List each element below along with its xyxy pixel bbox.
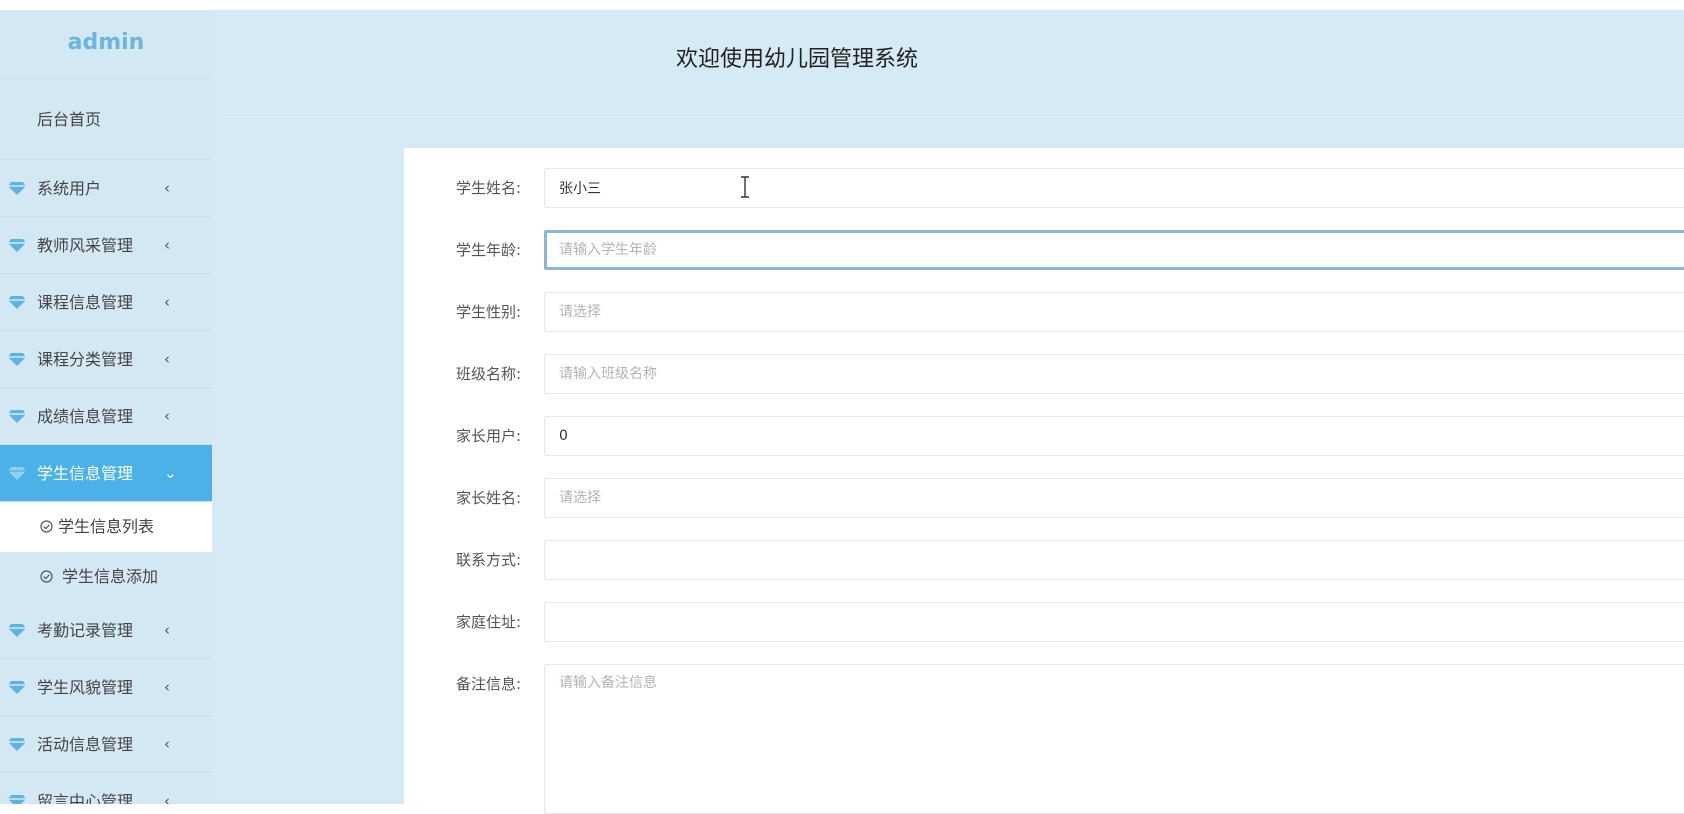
gem-icon (8, 467, 26, 480)
contact-input[interactable] (544, 540, 1684, 580)
form-row-student-gender: 学生性别: 请选择 (404, 292, 1684, 332)
sidebar-item-label: 留言中心管理 (37, 792, 134, 804)
chevron-left-icon: ‹ (164, 407, 170, 425)
sidebar-item-grades[interactable]: 成绩信息管理 ‹ (0, 388, 212, 445)
form-row-parent-name: 家长姓名: 请选择 (404, 478, 1684, 518)
chevron-down-icon: ⌄ (164, 464, 177, 482)
sidebar-item-label: 成绩信息管理 (37, 407, 134, 426)
contact-label: 联系方式: (456, 551, 522, 569)
student-form: 学生姓名: 学生年龄: 学生性别: 请选择 班级名称: 家长用户: 家长姓名: … (404, 148, 1684, 814)
chevron-left-icon: ‹ (164, 621, 170, 639)
gem-icon (8, 353, 26, 366)
brand-logo: admin (0, 10, 212, 80)
gem-icon (8, 182, 26, 195)
text-cursor-icon (741, 176, 749, 198)
parent-user-label: 家长用户: (456, 427, 522, 445)
app-window: admin 后台首页 系统用户 ‹ 教师风采管理 ‹ 课程信息管理 ‹ 课程分类… (0, 10, 1684, 814)
sidebar-subitem-student-list[interactable]: 学生信息列表 (0, 502, 212, 552)
parent-name-label: 家长姓名: (456, 489, 522, 507)
chevron-left-icon: ‹ (164, 350, 170, 368)
sidebar-item-course-info[interactable]: 课程信息管理 ‹ (0, 274, 212, 331)
sidebar-item-teacher-profiles[interactable]: 教师风采管理 ‹ (0, 217, 212, 274)
sidebar-item-home[interactable]: 后台首页 (0, 80, 212, 160)
student-gender-select[interactable]: 请选择 (544, 292, 1684, 332)
sidebar-item-messages[interactable]: 留言中心管理 ‹ (0, 773, 212, 804)
gem-icon (8, 795, 26, 804)
address-input[interactable] (544, 602, 1684, 642)
sidebar-subitem-student-add[interactable]: 学生信息添加 (0, 552, 212, 602)
gem-icon (8, 681, 26, 694)
form-row-contact: 联系方式: (404, 540, 1684, 580)
class-name-label: 班级名称: (456, 365, 522, 383)
sidebar-item-label: 活动信息管理 (37, 735, 134, 754)
class-name-input[interactable] (544, 354, 1684, 394)
gem-icon (8, 410, 26, 423)
chevron-left-icon: ‹ (164, 792, 170, 804)
sidebar-item-activities[interactable]: 活动信息管理 ‹ (0, 716, 212, 773)
form-row-student-age: 学生年龄: (404, 230, 1684, 270)
gem-icon (8, 296, 26, 309)
check-circle-icon (40, 520, 53, 533)
student-age-label: 学生年龄: (456, 241, 522, 259)
sidebar-item-course-category[interactable]: 课程分类管理 ‹ (0, 331, 212, 388)
student-gender-label: 学生性别: (456, 303, 522, 321)
sidebar-item-label: 系统用户 (37, 179, 102, 198)
chevron-left-icon: ‹ (164, 179, 170, 197)
gem-icon (8, 239, 26, 252)
gem-icon (8, 624, 26, 637)
form-row-parent-user: 家长用户: (404, 416, 1684, 456)
remarks-label: 备注信息: (456, 675, 522, 693)
sidebar-item-label: 学生风貌管理 (37, 678, 134, 697)
student-age-input[interactable] (544, 230, 1684, 270)
sidebar: admin 后台首页 系统用户 ‹ 教师风采管理 ‹ 课程信息管理 ‹ 课程分类… (0, 10, 212, 804)
parent-name-select[interactable]: 请选择 (544, 478, 1684, 518)
remarks-textarea[interactable] (544, 664, 1684, 814)
address-label: 家庭住址: (456, 613, 522, 631)
header-divider (222, 116, 1684, 148)
sidebar-item-label: 教师风采管理 (37, 236, 134, 255)
sidebar-item-label: 考勤记录管理 (37, 621, 134, 640)
sidebar-subitem-label: 学生信息列表 (58, 517, 155, 536)
gem-icon (8, 738, 26, 751)
sidebar-item-student-style[interactable]: 学生风貌管理 ‹ (0, 659, 212, 716)
chevron-left-icon: ‹ (164, 293, 170, 311)
check-circle-icon (40, 570, 53, 583)
chevron-left-icon: ‹ (164, 735, 170, 753)
sidebar-item-label: 课程分类管理 (37, 350, 134, 369)
chevron-left-icon: ‹ (164, 236, 170, 254)
page-title: 欢迎使用幼儿园管理系统 (675, 47, 918, 72)
sidebar-item-label: 课程信息管理 (37, 293, 134, 312)
form-row-student-name: 学生姓名: (404, 168, 1684, 208)
sidebar-item-student-info[interactable]: 学生信息管理 ⌄ (0, 445, 212, 502)
student-name-label: 学生姓名: (456, 179, 522, 197)
sidebar-subitem-label: 学生信息添加 (62, 567, 159, 586)
chevron-left-icon: ‹ (164, 678, 170, 696)
sidebar-item-attendance[interactable]: 考勤记录管理 ‹ (0, 602, 212, 659)
form-row-class-name: 班级名称: (404, 354, 1684, 394)
sidebar-item-label: 学生信息管理 (37, 464, 134, 483)
form-row-remarks: 备注信息: (404, 664, 1684, 814)
form-row-address: 家庭住址: (404, 602, 1684, 642)
parent-user-input[interactable] (544, 416, 1684, 456)
student-name-input[interactable] (544, 168, 1684, 208)
sidebar-item-system-users[interactable]: 系统用户 ‹ (0, 160, 212, 217)
